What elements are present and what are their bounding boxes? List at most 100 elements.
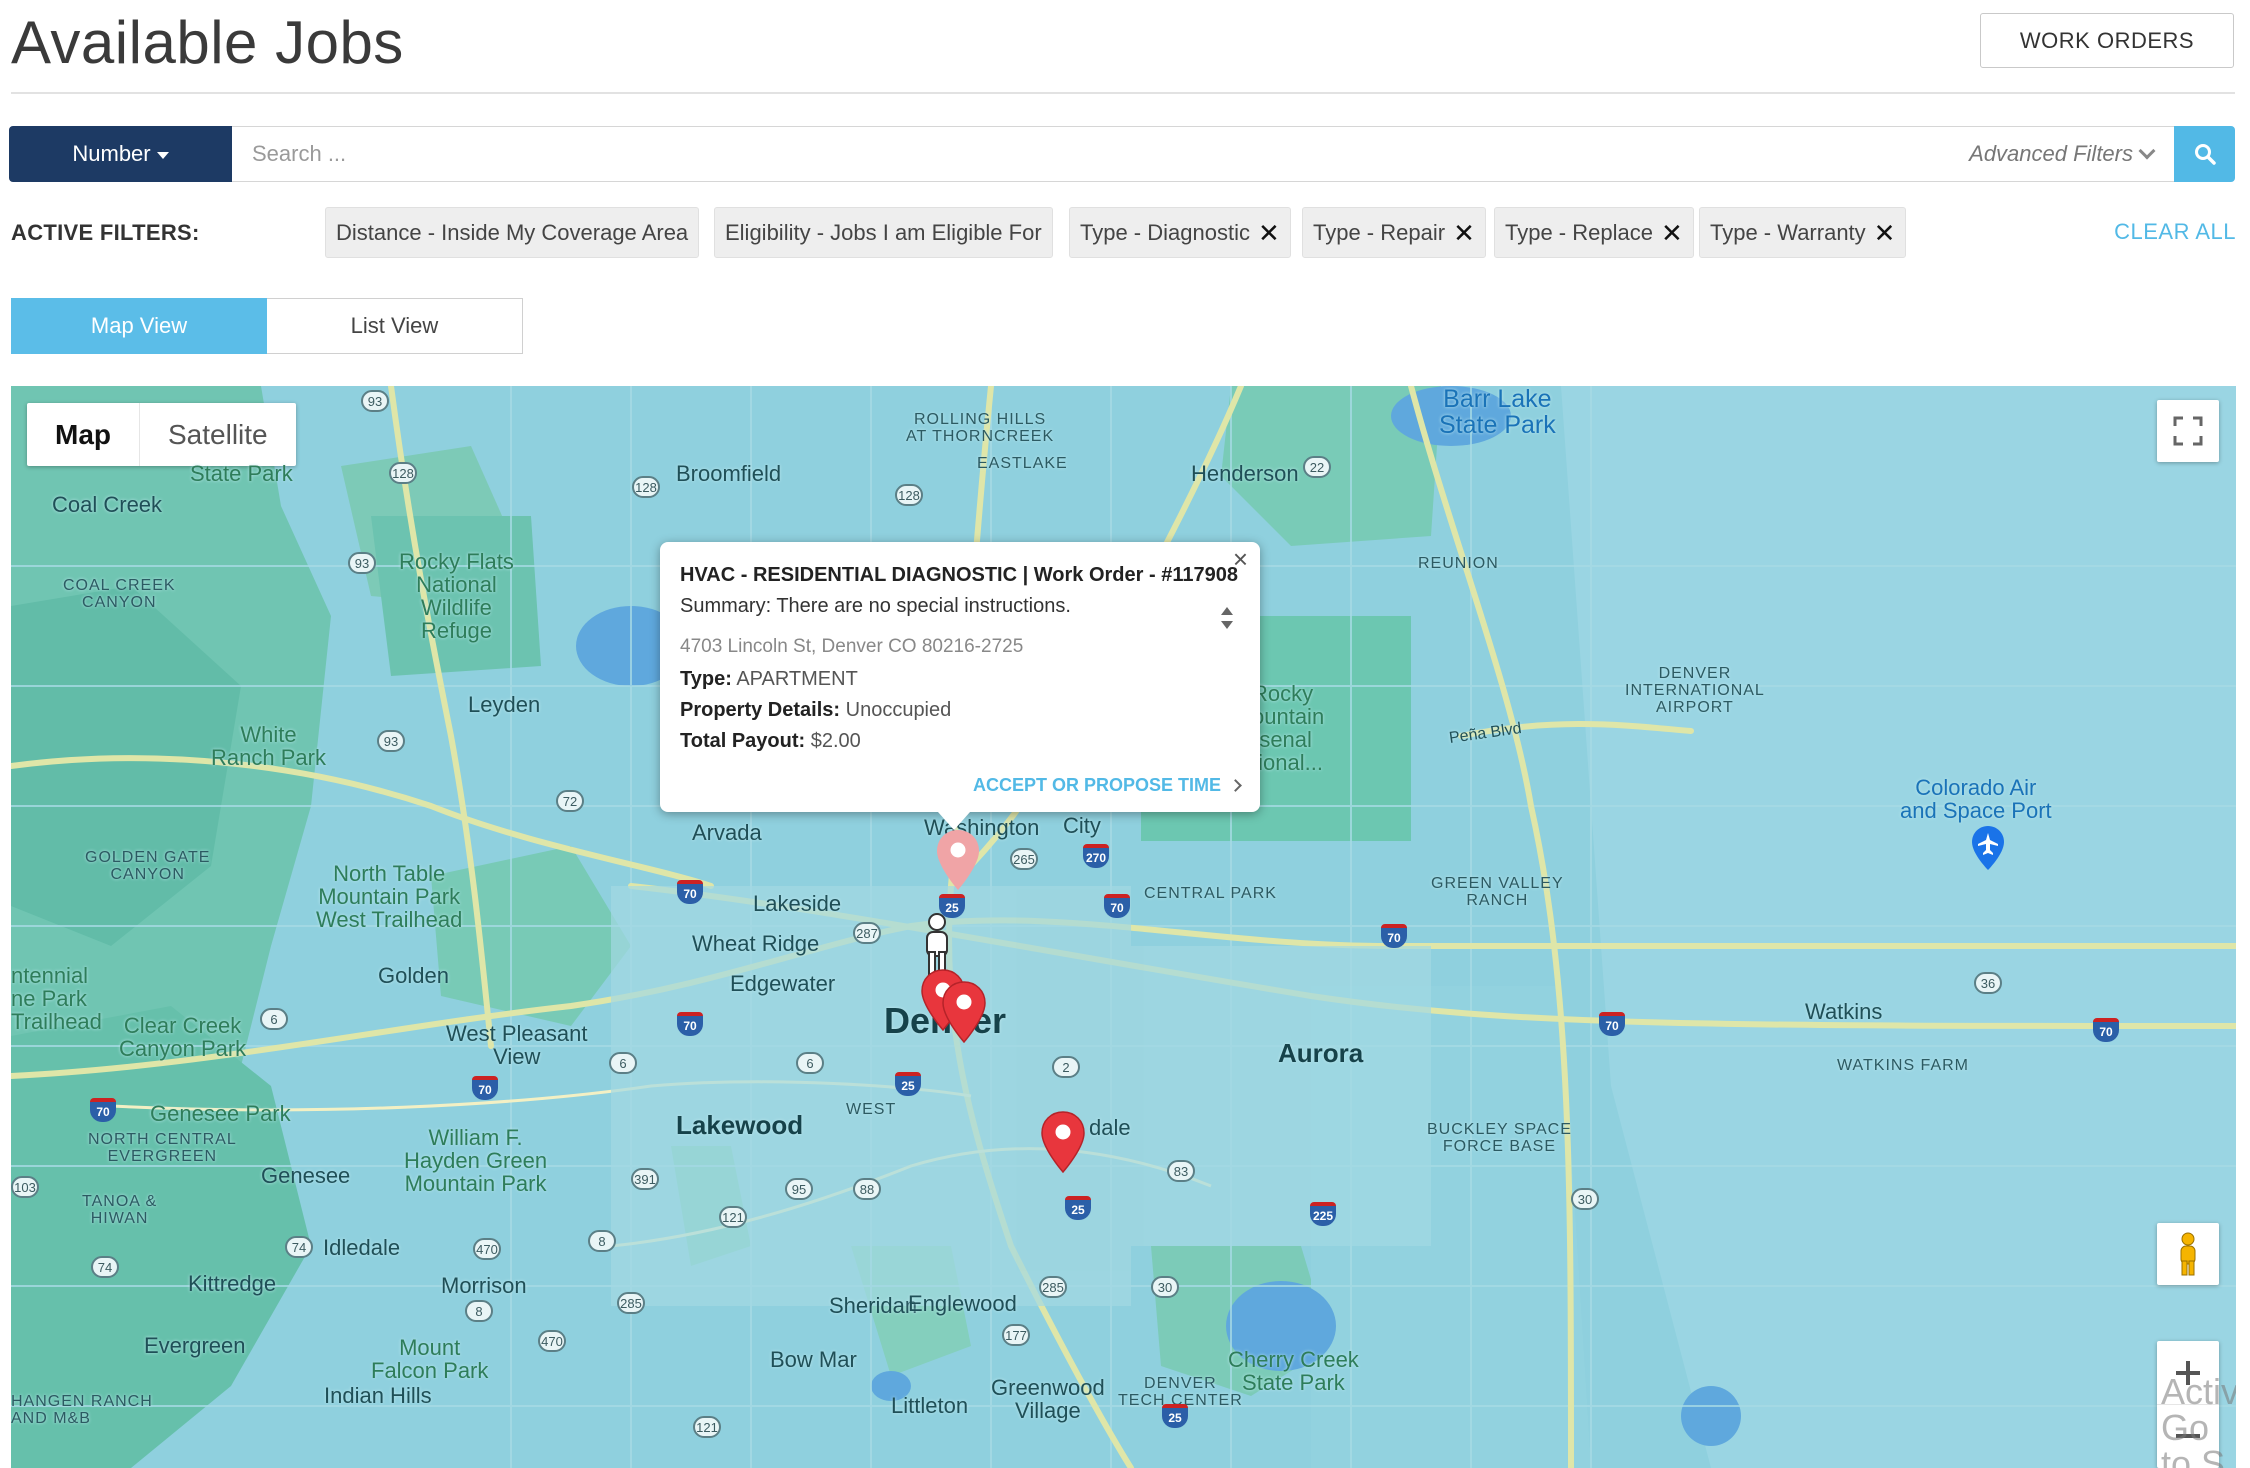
map[interactable]: Map Satellite Barr Lake State Park Hende…	[11, 386, 2236, 1468]
popup-property-value: Unoccupied	[845, 699, 952, 721]
advanced-filters-toggle[interactable]: Advanced Filters	[1969, 126, 2156, 182]
route-shield-22: 22	[1303, 456, 1331, 478]
pegman-icon	[2180, 1232, 2196, 1276]
route-shield-6b: 6	[609, 1052, 637, 1074]
route-shield-6c: 6	[796, 1052, 824, 1074]
map-label-barr-lake: Barr Lake State Park	[1439, 386, 1556, 440]
map-label-west-pleasant: West Pleasant View	[446, 1021, 588, 1070]
map-label-hangen-ranch: HANGEN RANCH AND M&B	[11, 1393, 153, 1427]
route-shield-128c: 128	[895, 484, 923, 506]
search-field-select-label: Number	[72, 141, 151, 166]
map-label-reunion: REUNION	[1418, 555, 1499, 572]
map-label-watkins-farm: WATKINS FARM	[1837, 1057, 1969, 1074]
route-shield-95: 95	[785, 1178, 813, 1200]
popup-address: 4703 Lincoln St, Denver CO 80216-2725	[680, 636, 1024, 657]
route-shield-93b: 93	[348, 552, 376, 574]
map-label-arvada: Arvada	[692, 820, 762, 845]
route-shield-103: 103	[11, 1176, 39, 1198]
popup-property-label: Property Details:	[680, 699, 841, 721]
route-shield-36: 36	[1974, 972, 2002, 994]
route-shield-2: 2	[1052, 1056, 1080, 1078]
interstate-shield-270: 270	[1083, 844, 1109, 868]
fullscreen-button[interactable]	[2157, 400, 2219, 462]
search-field-select[interactable]: Number	[9, 126, 232, 182]
view-toggle: Map View List View	[11, 298, 523, 354]
map-label-green-valley: GREEN VALLEY RANCH	[1431, 875, 1564, 909]
filter-chip-label: Type - Diagnostic	[1080, 219, 1250, 245]
interstate-shield-225: 225	[1310, 1202, 1336, 1226]
map-label-genesee-park: Genesee Park	[150, 1101, 291, 1126]
route-shield-265: 265	[1010, 848, 1038, 870]
close-icon[interactable]: ✕	[1661, 220, 1683, 246]
map-label-buckley: BUCKLEY SPACE FORCE BASE	[1427, 1121, 1572, 1155]
map-label-denver-intl: DENVER INTERNATIONAL AIRPORT	[1625, 665, 1765, 716]
map-label-colorado-air: Colorado Air and Space Port	[1900, 775, 2052, 824]
map-label-mount-falcon: Mount Falcon Park	[371, 1335, 489, 1384]
route-shield-121: 121	[719, 1206, 747, 1228]
popup-summary: Summary: There are no special instructio…	[680, 595, 1071, 617]
map-type-map-button[interactable]: Map	[27, 403, 139, 466]
user-location-icon	[926, 913, 948, 975]
page-title: Available Jobs	[11, 9, 404, 76]
map-label-bow-mar: Bow Mar	[770, 1347, 857, 1372]
tab-list-view[interactable]: List View	[267, 298, 523, 354]
map-label-sheridan: Sheridan	[829, 1293, 918, 1318]
close-icon[interactable]: ✕	[1258, 220, 1280, 246]
map-label-north-table: North Table Mountain Park West Trailhead	[316, 861, 463, 933]
map-label-lakeside: Lakeside	[753, 891, 842, 916]
popup-type: Type: APARTMENT	[680, 668, 1240, 691]
filter-chip-repair: Type - Repair ✕	[1302, 207, 1486, 258]
advanced-filters-label: Advanced Filters	[1969, 141, 2133, 166]
header-divider	[11, 92, 2235, 94]
map-pin[interactable]	[1039, 1110, 1087, 1174]
map-label-golden-gate: GOLDEN GATE CANYON	[85, 849, 211, 883]
map-label-clear-creek: Clear Creek Canyon Park	[119, 1013, 247, 1062]
street-view-pegman[interactable]	[2157, 1223, 2219, 1285]
interstate-shield-25c: 25	[1065, 1196, 1091, 1220]
route-shield-391: 391	[631, 1168, 659, 1190]
map-label-wheat-ridge: Wheat Ridge	[692, 931, 820, 956]
map-label-littleton: Littleton	[891, 1393, 969, 1418]
map-label-west: WEST	[846, 1101, 897, 1118]
close-icon[interactable]: ✕	[1874, 220, 1896, 246]
map-pin[interactable]	[940, 980, 988, 1044]
map-pin-selected[interactable]	[934, 828, 982, 892]
work-orders-button[interactable]: WORK ORDERS	[1980, 13, 2234, 68]
route-shield-287: 287	[853, 922, 881, 944]
map-label-lakewood: Lakewood	[676, 1110, 804, 1140]
map-label-tanoa: TANOA & HIWAN	[82, 1193, 158, 1227]
scroll-arrows-icon[interactable]	[1220, 604, 1234, 632]
close-icon[interactable]: ×	[1233, 544, 1248, 575]
route-shield-74: 74	[285, 1236, 313, 1258]
popup-type-label: Type:	[680, 668, 732, 690]
map-type-satellite-button[interactable]: Satellite	[139, 403, 296, 466]
route-shield-128: 128	[389, 462, 417, 484]
accept-or-propose-time-link[interactable]: ACCEPT OR PROPOSE TIME	[973, 775, 1242, 796]
filter-chip-label: Type - Warranty	[1710, 219, 1866, 245]
caret-down-icon	[156, 152, 169, 159]
active-filters-label: ACTIVE FILTERS:	[11, 220, 200, 245]
clear-all-link[interactable]: CLEAR ALL	[2114, 219, 2236, 245]
map-label-city: City	[1063, 813, 1101, 838]
chevron-down-icon	[2138, 142, 2156, 160]
search-button[interactable]	[2174, 126, 2235, 182]
route-shield-285b: 285	[1039, 1276, 1067, 1298]
route-shield-8: 8	[588, 1230, 616, 1252]
tab-map-view[interactable]: Map View	[11, 298, 267, 354]
fullscreen-icon	[2173, 416, 2203, 446]
map-label-kittredge: Kittredge	[188, 1271, 277, 1296]
activation-watermark: Activ Go to S	[2161, 1371, 2236, 1468]
map-label-rolling-hills: ROLLING HILLS AT THORNCREEK	[906, 411, 1055, 445]
popup-payout: Total Payout: $2.00	[680, 730, 1240, 753]
map-label-idledale: Idledale	[323, 1235, 401, 1260]
map-label-rocky-flats: Rocky Flats National Wildlife Refuge	[399, 549, 514, 644]
map-label-watkins: Watkins	[1805, 999, 1883, 1024]
close-icon[interactable]: ✕	[1453, 220, 1475, 246]
map-type-control: Map Satellite	[27, 403, 296, 466]
route-shield-88: 88	[853, 1178, 881, 1200]
search-input[interactable]	[232, 126, 2183, 182]
map-label-cherry-creek: Cherry Creek State Park	[1228, 1347, 1359, 1396]
map-label-evergreen: Evergreen	[144, 1333, 246, 1358]
filter-chip-label: Type - Repair	[1313, 219, 1446, 245]
airport-icon	[1972, 826, 2004, 870]
